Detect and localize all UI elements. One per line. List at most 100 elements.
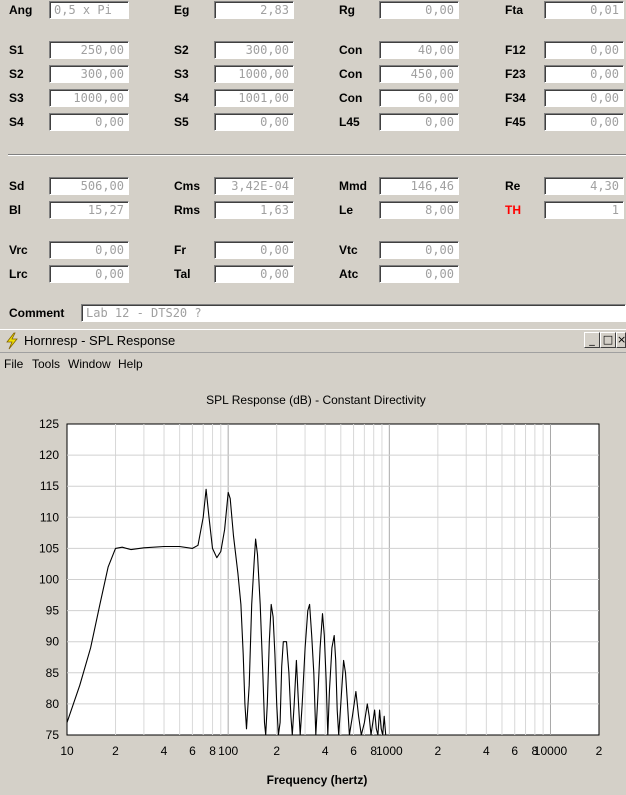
y-tick-label: 95 [46,604,60,618]
field-f23[interactable]: 0,00 [544,65,624,83]
x-tick-label: 2 [273,744,280,758]
y-tick-label: 115 [40,479,59,493]
field-s4[interactable]: 1001,00 [214,89,294,107]
field-tal[interactable]: 0,00 [214,265,294,283]
field-fta[interactable]: 0,01 [544,1,624,19]
label-f34: F34 [505,91,526,105]
label-le: Le [339,203,354,217]
y-tick-label: 100 [39,573,59,587]
field-s3[interactable]: 1000,00 [214,65,294,83]
lightning-icon [6,332,18,350]
label-s5: S5 [174,115,189,129]
window-titlebar[interactable]: Hornresp - SPL Response _ □ × [0,329,626,351]
label-s4: S4 [174,91,189,105]
x-axis-label: Frequency (hertz) [267,773,368,787]
field-fr[interactable]: 0,00 [214,241,294,259]
field-vtc[interactable]: 0,00 [379,241,459,259]
y-tick-label: 120 [39,448,59,462]
label-eg: Eg [174,3,190,17]
x-tick-label: 4 [483,744,490,758]
label-mmd: Mmd [339,179,367,193]
x-tick-label: 100 [218,744,238,758]
label-fr: Fr [174,243,186,257]
field-s1[interactable]: 250,00 [49,41,129,59]
label-s2: S2 [9,67,24,81]
field-f34[interactable]: 0,00 [544,89,624,107]
field-mmd[interactable]: 146,46 [379,177,459,195]
label-rms: Rms [174,203,201,217]
maximize-button[interactable]: □ [600,332,616,348]
label-ang: Ang [9,3,33,17]
field-eg[interactable]: 2,83 [214,1,294,19]
comment-label: Comment [9,306,65,320]
section-divider [8,154,626,156]
x-tick-label: 2 [596,744,603,758]
field-f12[interactable]: 0,00 [544,41,624,59]
field-sd[interactable]: 506,00 [49,177,129,195]
menu-help[interactable]: Help [118,356,143,372]
x-tick-label: 6 [511,744,518,758]
label-con: Con [339,67,363,81]
chart-area: 75 80 85 90 95 100 105 110 115 120 125 10 2 4 6 8 100 2 4 6… [0,374,626,792]
label-cms: Cms [174,179,201,193]
label-l45: L45 [339,115,360,129]
field-s3[interactable]: 1000,00 [49,89,129,107]
x-tick-label: 4 [322,744,329,758]
label-bl: Bl [9,203,21,217]
close-button[interactable]: × [616,332,626,348]
label-sd: Sd [9,179,25,193]
field-con[interactable]: 40,00 [379,41,459,59]
y-tick-label: 105 [39,541,59,555]
field-lrc[interactable]: 0,00 [49,265,129,283]
y-tick-label: 90 [46,635,60,649]
field-rms[interactable]: 1,63 [214,201,294,219]
x-tick-label: 4 [161,744,168,758]
label-re: Re [505,179,521,193]
field-vrc[interactable]: 0,00 [49,241,129,259]
menu-tools[interactable]: Tools [32,356,60,372]
x-tick-label: 6 [350,744,357,758]
y-tick-label: 110 [40,510,59,524]
label-con: Con [339,91,363,105]
y-tick-label: 80 [46,697,60,711]
field-rg[interactable]: 0,00 [379,1,459,19]
label-s2: S2 [174,43,189,57]
x-tick-label: 6 [189,744,196,758]
x-tick-label: 10 [60,744,74,758]
field-s5[interactable]: 0,00 [214,113,294,131]
y-tick-label: 85 [46,666,60,680]
label-s3: S3 [9,91,24,105]
label-f23: F23 [505,67,526,81]
field-ang[interactable]: 0,5 x Pi [49,1,129,19]
field-f45[interactable]: 0,00 [544,113,624,131]
label-tal: Tal [174,267,191,281]
y-tick-label: 75 [46,728,60,742]
label-rg: Rg [339,3,355,17]
spl-chart: 758085909510010511011512012510 2 4 6 8 100 2 4 6… [39,393,603,787]
label-f12: F12 [505,43,526,57]
comment-field[interactable]: Lab 12 - DTS20 ? [81,304,626,322]
window-title: Hornresp - SPL Response [24,333,176,348]
field-atc[interactable]: 0,00 [379,265,459,283]
menu-file[interactable]: File [4,356,23,372]
chart-title: SPL Response (dB) - Constant Directivity [206,393,426,407]
label-fta: Fta [505,3,523,17]
field-s2[interactable]: 300,00 [214,41,294,59]
menu-window[interactable]: Window [68,356,111,372]
field-le[interactable]: 8,00 [379,201,459,219]
minimize-button[interactable]: _ [584,332,600,348]
field-s4[interactable]: 0,00 [49,113,129,131]
field-bl[interactable]: 15,27 [49,201,129,219]
label-s1: S1 [9,43,24,57]
field-l45[interactable]: 0,00 [379,113,459,131]
field-cms[interactable]: 3,42E-04 [214,177,294,195]
field-re[interactable]: 4,30 [544,177,624,195]
label-s3: S3 [174,67,189,81]
field-con[interactable]: 60,00 [379,89,459,107]
x-tick-label: 2 [434,744,441,758]
field-s2[interactable]: 300,00 [49,65,129,83]
field-con[interactable]: 450,00 [379,65,459,83]
label-vtc: Vtc [339,243,358,257]
label-atc: Atc [339,267,359,281]
field-th[interactable]: 1 [544,201,624,219]
